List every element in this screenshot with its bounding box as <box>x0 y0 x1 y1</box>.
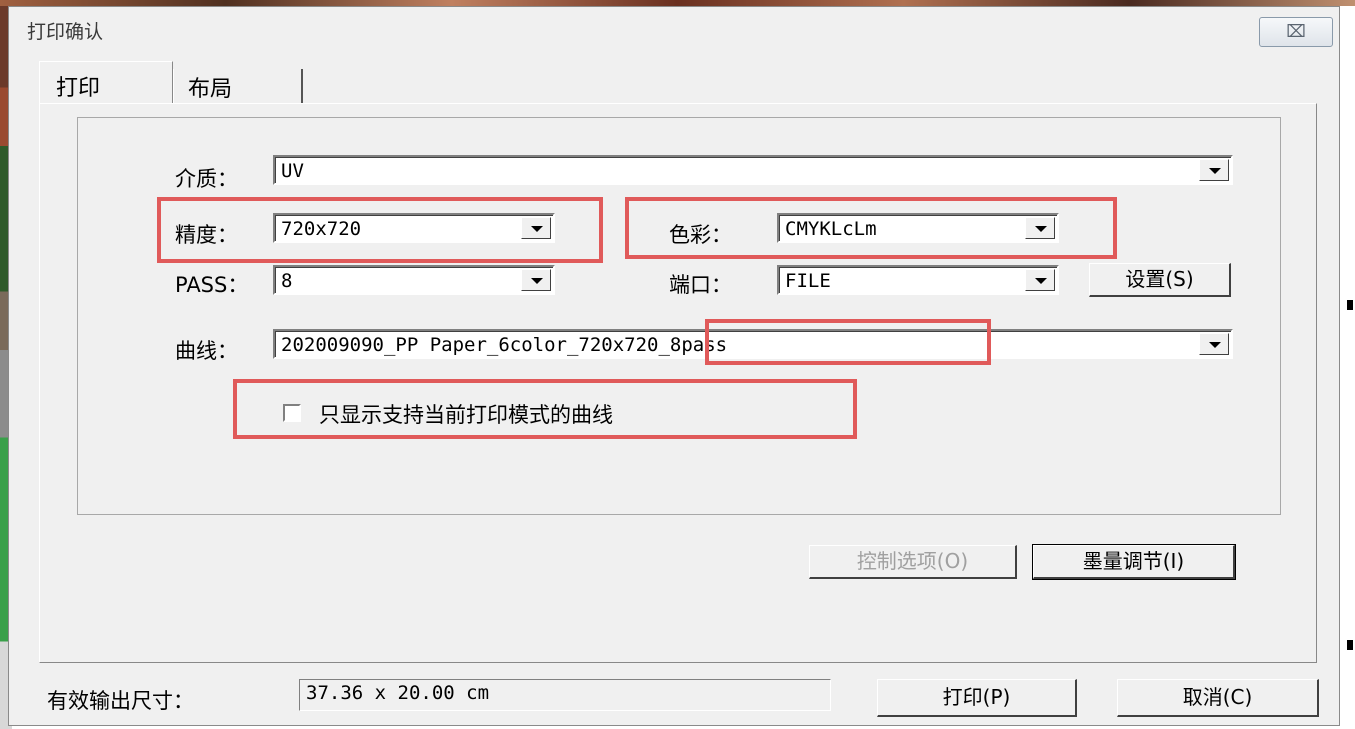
tab-layout[interactable]: 布局 <box>173 69 303 103</box>
chevron-down-icon[interactable] <box>1025 269 1055 291</box>
highlight-resolution <box>157 197 603 263</box>
edge-mark <box>1347 300 1353 310</box>
output-size-label: 有效输出尺寸： <box>47 689 194 713</box>
edge-mark <box>1347 640 1353 650</box>
port-value: FILE <box>785 270 831 292</box>
highlight-checkbox <box>233 379 857 439</box>
chevron-down-icon[interactable] <box>1199 159 1229 181</box>
tab-label: 打印 <box>56 76 101 101</box>
tab-label: 布局 <box>188 77 233 102</box>
control-options-button[interactable]: 控制选项(O) <box>809 545 1017 579</box>
settings-button[interactable]: 设置(S) <box>1089 263 1231 297</box>
pass-label: PASS： <box>175 273 249 297</box>
close-button[interactable]: ⌧ <box>1259 17 1333 47</box>
dialog-title: 打印确认 <box>27 21 104 43</box>
media-select[interactable]: UV <box>273 155 1233 185</box>
tab-print[interactable]: 打印 <box>39 61 173 103</box>
pass-select[interactable]: 8 <box>273 265 555 295</box>
chevron-down-icon[interactable] <box>521 269 551 291</box>
highlight-color <box>625 197 1117 259</box>
print-button[interactable]: 打印(P) <box>877 679 1077 717</box>
port-label: 端口： <box>669 273 732 297</box>
close-icon: ⌧ <box>1286 22 1306 42</box>
curve-label: 曲线： <box>175 339 238 363</box>
print-confirm-dialog: 打印确认 ⌧ 打印 布局 介质： UV 精度： 720x720 色彩： CMYK… <box>8 6 1340 726</box>
curve-value: 202009090_PP Paper_6color_720x720_8pass <box>281 334 728 356</box>
output-size-value: 37.36 x 20.00 cm <box>306 682 490 704</box>
media-value: UV <box>281 160 304 182</box>
highlight-curve-suffix <box>705 319 991 365</box>
ink-adjust-button[interactable]: 墨量调节(I) <box>1032 544 1236 580</box>
output-size-readout: 37.36 x 20.00 cm <box>299 679 831 711</box>
chevron-down-icon[interactable] <box>1199 333 1229 355</box>
media-label: 介质： <box>175 167 238 191</box>
pass-value: 8 <box>281 270 293 292</box>
cancel-button[interactable]: 取消(C) <box>1117 679 1319 717</box>
port-select[interactable]: FILE <box>777 265 1059 295</box>
